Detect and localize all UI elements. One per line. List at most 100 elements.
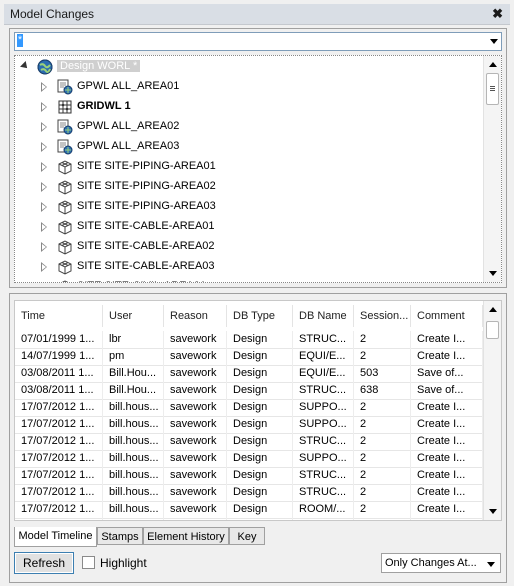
- tree-item[interactable]: SITE SITE-PIPING-AREA03: [15, 197, 485, 217]
- scroll-thumb[interactable]: [486, 321, 499, 339]
- table-cell: STRUC...: [293, 382, 354, 399]
- table-cell: savework: [164, 450, 227, 467]
- table-cell: Design: [227, 467, 293, 484]
- table-row[interactable]: 07/01/1999 1... lbr savework Design STRUC...…: [15, 331, 483, 349]
- expand-arrow-icon[interactable]: [41, 102, 47, 112]
- expand-arrow-icon[interactable]: [41, 122, 47, 132]
- table-row[interactable]: 17/07/2012 1...bill.hous...saveworkDesig…: [15, 416, 483, 434]
- table-cell: ROOM/...: [293, 518, 354, 520]
- table-cell: savework: [164, 467, 227, 484]
- scroll-up-icon[interactable]: [489, 62, 497, 67]
- panel-title: Model Changes: [10, 7, 95, 21]
- table-cell: savework: [164, 433, 227, 450]
- tree-item[interactable]: SITE SITE-CABLE-AREA01: [15, 217, 485, 237]
- expand-arrow-icon[interactable]: [41, 82, 47, 92]
- column-header[interactable]: Session...: [354, 305, 411, 327]
- expand-arrow-icon[interactable]: [41, 222, 47, 232]
- tree-item[interactable]: SITE SITE-PIPING-AREA02: [15, 177, 485, 197]
- tree-item-label: SITE SITE-PIPING-AREA02: [77, 180, 216, 192]
- table-cell: 17/07/2012 1...: [15, 501, 103, 518]
- table-cell: 2: [354, 501, 411, 518]
- table-scrollbar[interactable]: [483, 301, 501, 520]
- collapse-arrow-icon[interactable]: [20, 61, 30, 71]
- tree-root[interactable]: Design WORL *: [15, 57, 485, 77]
- expand-arrow-icon[interactable]: [41, 242, 47, 252]
- table-cell: bill.hous...: [103, 467, 164, 484]
- scroll-up-icon[interactable]: [489, 307, 497, 312]
- table-row[interactable]: 17/07/2012 1...bill.hous...saveworkDesig…: [15, 467, 483, 485]
- column-header[interactable]: DB Name: [293, 305, 354, 327]
- column-header[interactable]: DB Type: [227, 305, 293, 327]
- table-row[interactable]: 17/07/2012 1...bill.hous...saveworkDesig…: [15, 484, 483, 502]
- table-row[interactable]: 03/08/2011 1... Bill.Hou... savework Design…: [15, 382, 483, 400]
- tab-stamps[interactable]: Stamps: [97, 527, 143, 545]
- table-cell: STRUC...: [293, 484, 354, 501]
- table-cell: Design: [227, 518, 293, 520]
- site-cube-icon: [57, 259, 73, 275]
- table-cell: bill.hous...: [103, 433, 164, 450]
- table-cell: 2: [354, 399, 411, 416]
- table-row[interactable]: 17/07/2012 1...bill.hous...saveworkDesig…: [15, 518, 483, 520]
- table-row[interactable]: 14/07/1999 1... pm savework Design EQUI/E...…: [15, 348, 483, 366]
- table-cell: Save of...: [411, 382, 483, 399]
- column-header[interactable]: Time: [15, 305, 103, 327]
- scroll-thumb[interactable]: [486, 73, 499, 105]
- tree-item[interactable]: GRIDWL 1: [15, 97, 485, 117]
- tree-item[interactable]: SITE SITE-CABLE-AREA02: [15, 237, 485, 257]
- table-cell: Create I...: [411, 399, 483, 416]
- tree-item-label: GPWL ALL_AREA02: [77, 120, 180, 132]
- table-cell: Create I...: [411, 501, 483, 518]
- highlight-checkbox[interactable]: [82, 556, 95, 569]
- table-row[interactable]: 17/07/2012 1...bill.hous...saveworkDesig…: [15, 501, 483, 519]
- tree-scrollbar[interactable]: [483, 56, 501, 282]
- column-header[interactable]: Reason: [164, 305, 227, 327]
- tab-key[interactable]: Key: [229, 527, 265, 545]
- tree-item[interactable]: SITE SITE-CIVIL-AREA01: [15, 277, 485, 283]
- db-world-icon: [57, 79, 73, 95]
- expand-arrow-icon[interactable]: [41, 282, 47, 283]
- tree-item[interactable]: GPWL ALL_AREA03: [15, 137, 485, 157]
- expand-arrow-icon[interactable]: [41, 162, 47, 172]
- tree-item[interactable]: SITE SITE-CABLE-AREA03: [15, 257, 485, 277]
- expand-arrow-icon[interactable]: [41, 182, 47, 192]
- close-icon[interactable]: ✖: [492, 6, 503, 22]
- tree-root-label: Design WORL *: [57, 60, 141, 72]
- table-cell: Design: [227, 399, 293, 416]
- filter-combo[interactable]: *: [14, 32, 502, 51]
- db-world-icon: [57, 139, 73, 155]
- table-cell: savework: [164, 416, 227, 433]
- table-row[interactable]: 17/07/2012 1...bill.hous...saveworkDesig…: [15, 433, 483, 451]
- expand-arrow-icon[interactable]: [41, 142, 47, 152]
- table-cell: lbr: [103, 331, 164, 348]
- grid-icon: [57, 99, 73, 115]
- highlight-label: Highlight: [100, 556, 147, 570]
- scroll-down-icon[interactable]: [489, 271, 497, 276]
- changes-filter-select[interactable]: Only Changes At...: [381, 553, 501, 573]
- scroll-down-icon[interactable]: [489, 509, 497, 514]
- table-row[interactable]: 03/08/2011 1... Bill.Hou... savework Design…: [15, 365, 483, 383]
- table-cell: Create I...: [411, 433, 483, 450]
- table-row[interactable]: 17/07/2012 1...bill.hous...saveworkDesig…: [15, 399, 483, 417]
- chevron-down-icon[interactable]: [490, 39, 498, 44]
- table-cell: Design: [227, 331, 293, 348]
- table-row[interactable]: 17/07/2012 1...bill.hous...saveworkDesig…: [15, 450, 483, 468]
- tree-item-label: SITE SITE-CABLE-AREA01: [77, 220, 215, 232]
- table-cell: savework: [164, 348, 227, 365]
- tab-model-timeline[interactable]: Model Timeline: [14, 527, 97, 547]
- tab-element-history[interactable]: Element History: [143, 527, 229, 545]
- refresh-button[interactable]: Refresh: [14, 552, 74, 574]
- table-cell: bill.hous...: [103, 399, 164, 416]
- table-cell: bill.hous...: [103, 416, 164, 433]
- chevron-down-icon[interactable]: [487, 562, 495, 567]
- column-header[interactable]: Comment: [411, 305, 483, 327]
- table-cell: Design: [227, 433, 293, 450]
- tree-item[interactable]: GPWL ALL_AREA02: [15, 117, 485, 137]
- table-cell: 17/07/2012 1...: [15, 399, 103, 416]
- expand-arrow-icon[interactable]: [41, 202, 47, 212]
- column-header[interactable]: User: [103, 305, 164, 327]
- tree-item[interactable]: GPWL ALL_AREA01: [15, 77, 485, 97]
- table-cell: Design: [227, 365, 293, 382]
- expand-arrow-icon[interactable]: [41, 262, 47, 272]
- tree-item[interactable]: SITE SITE-PIPING-AREA01: [15, 157, 485, 177]
- table-cell: STRUC...: [293, 467, 354, 484]
